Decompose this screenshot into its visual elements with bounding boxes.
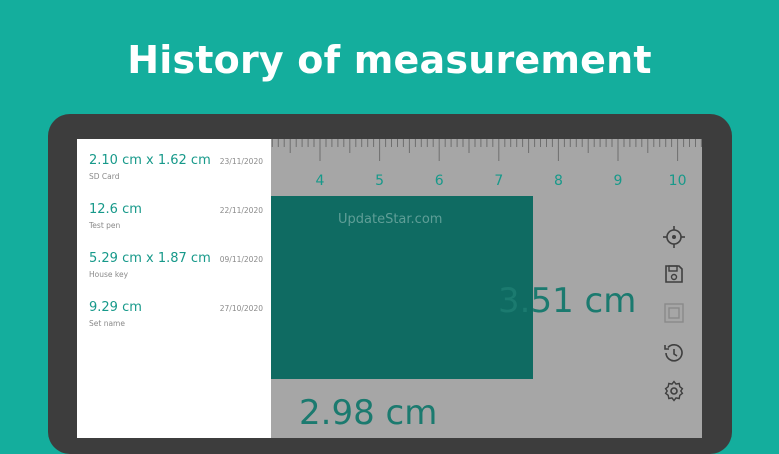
ruler-label: 5 (375, 173, 384, 189)
ruler[interactable]: 4 5 6 7 8 9 10 (271, 139, 702, 191)
settings-button[interactable] (662, 379, 686, 403)
history-item-date: 27/10/2020 (219, 304, 263, 313)
history-item-value: 5.29 cm x 1.87 cm (89, 251, 211, 266)
history-item-date: 09/11/2020 (219, 255, 263, 264)
crosshair-icon (663, 226, 685, 248)
history-item-date: 23/11/2020 (219, 157, 263, 166)
height-measurement: 3.51 cm (498, 281, 637, 321)
ruler-label: 10 (669, 173, 687, 189)
history-icon (664, 344, 683, 362)
ruler-scale: 4 5 6 7 8 9 10 (271, 139, 702, 189)
history-panel: 2.10 cm x 1.62 cm 23/11/2020 SD Card 12.… (77, 139, 271, 438)
history-item-date: 22/11/2020 (219, 206, 263, 215)
width-measurement: 2.98 cm (299, 393, 438, 433)
history-item-name: Test pen (89, 221, 121, 230)
app-screen: 2.10 cm x 1.62 cm 23/11/2020 SD Card 12.… (77, 139, 702, 438)
crosshair-button[interactable] (662, 225, 686, 249)
ruler-label: 6 (435, 173, 444, 189)
history-item-name: House key (89, 270, 129, 279)
ruler-label: 8 (554, 173, 563, 189)
history-item[interactable]: 9.29 cm 27/10/2020 Set name (89, 300, 263, 344)
history-item-value: 2.10 cm x 1.62 cm (89, 153, 211, 168)
history-item[interactable]: 5.29 cm x 1.87 cm 09/11/2020 House key (89, 251, 263, 295)
frame-button[interactable] (662, 301, 686, 325)
history-item-name: Set name (89, 319, 125, 328)
settings-icon (664, 380, 684, 402)
ruler-label: 9 (614, 173, 623, 189)
history-item[interactable]: 12.6 cm 22/11/2020 Test pen (89, 202, 263, 246)
history-button[interactable] (662, 341, 686, 365)
ruler-label: 7 (494, 173, 503, 189)
frame-icon (664, 303, 684, 323)
watermark: UpdateStar.com (338, 212, 443, 227)
history-item-value: 9.29 cm (89, 300, 142, 315)
history-item[interactable]: 2.10 cm x 1.62 cm 23/11/2020 SD Card (89, 153, 263, 197)
save-button[interactable] (662, 262, 686, 286)
headline: History of measurement (127, 38, 652, 82)
ruler-label: 4 (316, 173, 325, 189)
history-item-value: 12.6 cm (89, 202, 142, 217)
save-icon (665, 265, 683, 283)
history-item-name: SD Card (89, 172, 120, 181)
